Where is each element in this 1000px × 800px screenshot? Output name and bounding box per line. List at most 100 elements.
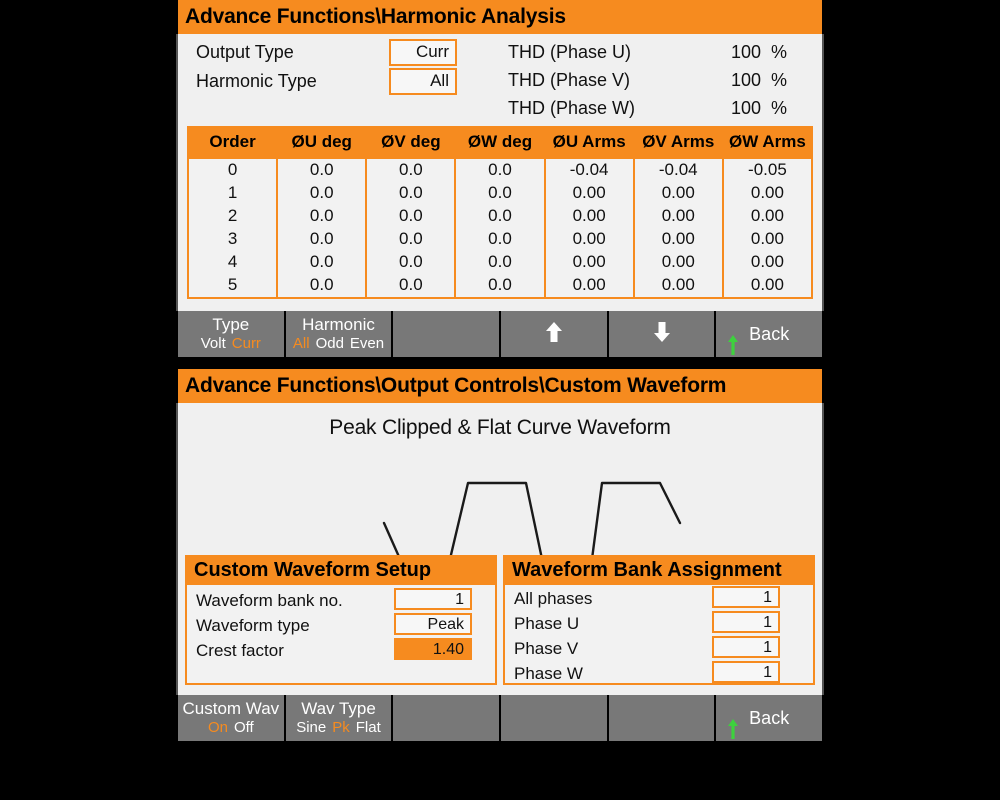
softkey-scroll-down[interactable] [608,311,715,357]
boxes-bottom-spacer [178,685,822,695]
thd-phase-v-unit: % [771,70,788,90]
cell-u-arms: 0.00 [543,182,635,205]
cell-v-deg: 0.0 [365,228,457,251]
softkey-wav-type[interactable]: Wav Type Sine Pk Flat [285,695,392,741]
green-arrow-up-icon [728,335,739,355]
table-row: 4 0.0 0.0 0.0 0.00 0.00 0.00 [186,251,814,274]
harmonic-table-wrap: Order ØU deg ØV deg ØW deg ØU Arms ØV Ar… [178,126,822,299]
col-phase-u-arms: ØU Arms [543,126,635,159]
cell-w-deg: 0.0 [454,251,546,274]
cell-u-arms: 0.00 [543,228,635,251]
output-type-field[interactable]: Curr [389,39,457,66]
softkey-type-title: Type [212,314,250,334]
waveform-type-field[interactable]: Peak [394,613,472,635]
cell-w-arms: 0.00 [721,182,814,205]
thd-phase-v-value: 100 [730,70,761,90]
softkey-type[interactable]: Type Volt Curr [178,311,284,357]
cell-w-arms: -0.05 [721,158,814,182]
softkey-back-bottom-label: Back [749,707,790,728]
thd-phase-u-value: 100 [730,42,761,62]
softkey-option-even[interactable]: Even [350,335,384,352]
softkey-option-pk[interactable]: Pk [332,719,350,736]
softkey-custom-wav-title: Custom Wav [182,698,280,718]
softkey-scroll-up[interactable] [501,311,607,357]
cell-w-deg: 0.0 [454,182,546,205]
cell-u-arms: 0.00 [543,205,635,228]
softkey-blank-2[interactable] [393,695,500,741]
softkey-option-all[interactable]: All [293,335,310,352]
harmonic-analysis-panel: Advance Functions\Harmonic Analysis Outp… [176,0,824,357]
softkey-blank-3[interactable] [501,695,607,741]
waveform-curve-svg [382,481,682,555]
softkey-blank-1[interactable] [393,311,500,357]
cell-w-deg: 0.0 [454,228,546,251]
softkey-option-odd[interactable]: Odd [316,335,344,352]
softkey-back-bottom[interactable]: Back [716,695,823,741]
waveform-bank-assignment-body: All phases 1 Phase U 1 Phase V 1 Phase W… [505,585,813,683]
harmonic-table-header-row: Order ØU deg ØV deg ØW deg ØU Arms ØV Ar… [186,126,814,159]
waveform-type-label: Waveform type [196,616,310,635]
softkey-wav-type-title: Wav Type [301,698,376,718]
softkey-option-on[interactable]: On [208,719,228,736]
softkey-type-options: Volt Curr [198,335,264,352]
softkey-option-sine[interactable]: Sine [296,719,326,736]
custom-waveform-panel: Advance Functions\Output Controls\Custom… [176,369,824,741]
cell-w-deg: 0.0 [454,205,546,228]
thd-phase-v-label: THD (Phase V) [508,70,631,90]
custom-waveform-setup-header: Custom Waveform Setup [187,557,495,585]
softkey-custom-wav[interactable]: Custom Wav On Off [178,695,284,741]
cell-u-deg: 0.0 [276,274,368,299]
col-phase-v-deg: ØV deg [365,126,457,159]
cell-w-arms: 0.00 [721,251,814,274]
green-arrow-up-icon [728,719,739,739]
waveform-preview-title: Peak Clipped & Flat Curve Waveform [329,416,671,439]
phase-u-label: Phase U [514,614,580,633]
custom-waveform-body: Peak Clipped & Flat Curve Waveform Custo… [176,403,824,695]
table-row: 0 0.0 0.0 0.0 -0.04 -0.04 -0.05 [186,158,814,182]
cell-u-arms: 0.00 [543,251,635,274]
harmonic-type-field[interactable]: All [389,68,457,95]
cell-v-arms: 0.00 [632,205,724,228]
cell-u-deg: 0.0 [276,205,368,228]
crest-factor-field[interactable]: 1.40 [394,638,472,660]
softkey-harmonic[interactable]: Harmonic All Odd Even [285,311,392,357]
softkey-back-label: Back [749,323,790,344]
waveform-bank-assignment-box: Waveform Bank Assignment All phases 1 Ph… [503,555,815,685]
thd-phase-u-label: THD (Phase U) [508,42,632,62]
softkey-option-off[interactable]: Off [234,719,254,736]
softkey-option-flat[interactable]: Flat [356,719,381,736]
all-phases-field[interactable]: 1 [712,586,780,608]
waveform-bank-no-field[interactable]: 1 [394,588,472,610]
device-screen: Advance Functions\Harmonic Analysis Outp… [176,0,824,800]
softkey-option-curr[interactable]: Curr [232,335,261,352]
cell-u-deg: 0.0 [276,251,368,274]
softkey-harmonic-title: Harmonic [302,314,375,334]
cell-u-deg: 0.0 [276,228,368,251]
cell-v-arms: 0.00 [632,274,724,299]
phase-u-field[interactable]: 1 [712,611,780,633]
col-phase-w-deg: ØW deg [454,126,546,159]
cell-w-arms: 0.00 [721,228,814,251]
table-row: 2 0.0 0.0 0.0 0.00 0.00 0.00 [186,205,814,228]
softkey-back[interactable]: Back [716,311,823,357]
cell-order: 0 [186,158,279,182]
table-bottom-spacer [178,299,822,311]
harmonic-table: Order ØU deg ØV deg ØW deg ØU Arms ØV Ar… [186,126,814,299]
cell-v-arms: -0.04 [632,158,724,182]
cell-v-deg: 0.0 [365,182,457,205]
crest-factor-label: Crest factor [196,641,284,660]
thd-phase-u-unit: % [771,42,788,62]
phase-w-field[interactable]: 1 [712,661,780,683]
cell-v-deg: 0.0 [365,274,457,299]
cell-order: 5 [186,274,279,299]
cell-u-arms: -0.04 [543,158,635,182]
phase-w-label: Phase W [514,664,583,683]
softkey-option-volt[interactable]: Volt [201,335,226,352]
cell-w-deg: 0.0 [454,274,546,299]
phase-v-field[interactable]: 1 [712,636,780,658]
harmonic-softkey-bar: Type Volt Curr Harmonic All Odd Even Bac… [176,311,824,357]
softkey-blank-4[interactable] [608,695,715,741]
waveform-bank-assignment-header: Waveform Bank Assignment [505,557,813,585]
softkey-wav-type-options: Sine Pk Flat [293,719,384,736]
thd-phase-w-unit: % [771,98,788,118]
